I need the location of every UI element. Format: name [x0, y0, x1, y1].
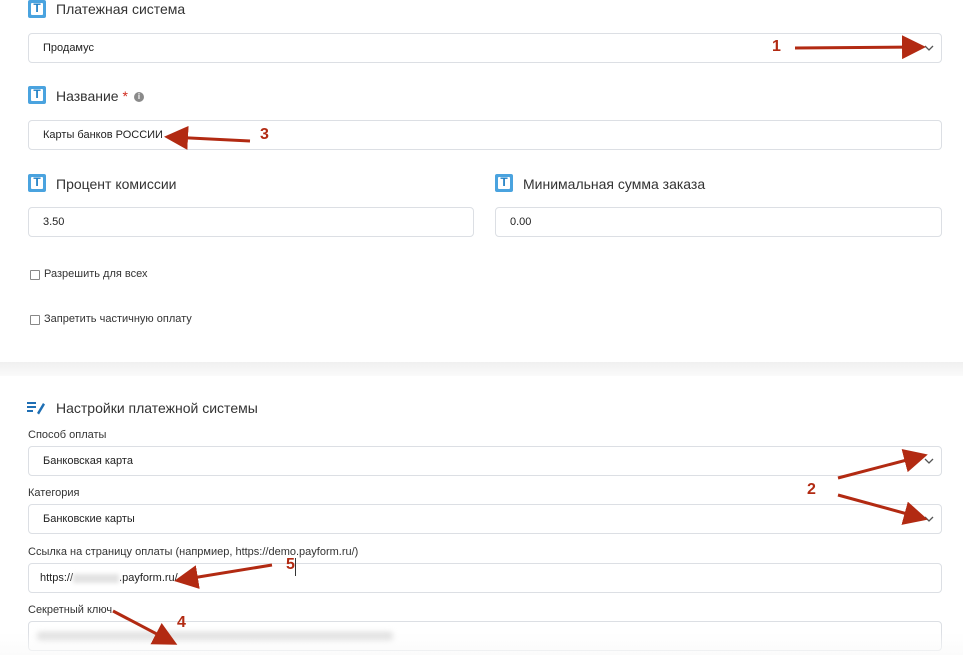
- category-select[interactable]: Банковские карты: [28, 504, 942, 534]
- forbid-partial-label: Запретить частичную оплату: [44, 313, 192, 325]
- required-mark: *: [122, 88, 128, 104]
- section-divider: [0, 362, 963, 376]
- text-field-icon: T: [28, 174, 46, 192]
- chevron-down-icon: [924, 516, 934, 522]
- secret-key-label: Секретный ключ: [28, 604, 113, 616]
- edit-list-icon: [27, 402, 45, 415]
- category-label: Категория: [28, 487, 80, 499]
- min-order-value: 0.00: [510, 216, 532, 228]
- payment-link-label: Ссылка на страницу оплаты (напрмиер, htt…: [28, 546, 359, 558]
- bottom-fade: [0, 632, 963, 655]
- payment-system-label: Платежная система: [56, 1, 186, 17]
- min-order-input[interactable]: 0.00: [495, 207, 942, 237]
- payment-system-value: Продамус: [43, 42, 94, 54]
- chevron-down-icon: [924, 458, 934, 464]
- name-value: Карты банков РОССИИ: [43, 129, 163, 141]
- text-field-icon: T: [28, 0, 46, 18]
- annotation-number-3: 3: [260, 126, 269, 143]
- forbid-partial-checkbox[interactable]: [30, 315, 40, 325]
- settings-section-title: Настройки платежной системы: [56, 400, 258, 416]
- info-icon[interactable]: i: [134, 92, 144, 102]
- chevron-down-icon: [924, 45, 934, 51]
- payment-link-input[interactable]: https://.payform.ru/: [28, 563, 942, 593]
- annotation-number-4: 4: [177, 614, 186, 631]
- allow-all-label: Разрешить для всех: [44, 268, 148, 280]
- allow-all-checkbox[interactable]: [30, 270, 40, 280]
- text-field-icon: T: [495, 174, 513, 192]
- commission-value: 3.50: [43, 216, 65, 228]
- redacted-blur: [73, 573, 120, 583]
- name-label: Название *: [56, 88, 128, 104]
- commission-label: Процент комиссии: [56, 176, 177, 192]
- commission-input[interactable]: 3.50: [28, 207, 474, 237]
- payment-system-select[interactable]: Продамус: [28, 33, 942, 63]
- payment-link-value: https://.payform.ru/: [40, 572, 178, 584]
- category-value: Банковские карты: [43, 513, 135, 525]
- min-order-label: Минимальная сумма заказа: [523, 176, 706, 192]
- annotation-number-2: 2: [807, 481, 816, 498]
- payment-method-label: Способ оплаты: [28, 429, 107, 441]
- name-input[interactable]: Карты банков РОССИИ: [28, 120, 942, 150]
- payment-method-value: Банковская карта: [43, 455, 133, 467]
- payment-method-select[interactable]: Банковская карта: [28, 446, 942, 476]
- text-cursor: [295, 558, 296, 576]
- annotation-number-5: 5: [286, 556, 295, 573]
- text-field-icon: T: [28, 86, 46, 104]
- annotation-number-1: 1: [772, 38, 781, 55]
